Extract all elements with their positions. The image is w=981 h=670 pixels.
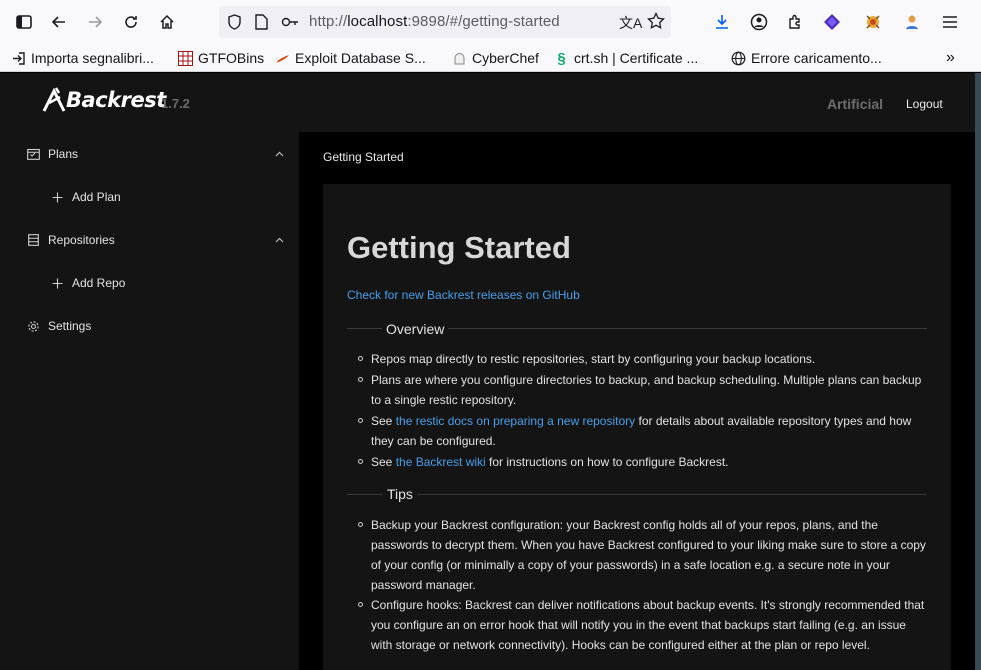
bookmark-import[interactable]: Importa segnalibri...	[11, 48, 154, 68]
sidebar-item-label: Settings	[48, 319, 92, 333]
extension-user-icon[interactable]	[900, 10, 924, 34]
sidebar-item-add-plan[interactable]: Add Plan	[0, 177, 299, 217]
sidebar-item-label: Add Plan	[72, 190, 121, 204]
github-releases-link[interactable]: Check for new Backrest releases on GitHu…	[347, 288, 580, 302]
bookmark-gtfobins[interactable]: GTFOBins	[178, 48, 264, 68]
calendar-icon	[26, 147, 40, 161]
extension-bug-icon[interactable]	[861, 10, 885, 34]
sidebar-item-label: Plans	[48, 147, 79, 161]
account-icon[interactable]	[747, 10, 771, 34]
tips-list: Backup your Backrest configuration: your…	[358, 515, 926, 655]
sidebar: Plans Add Plan Repositories Add Repo Set…	[0, 132, 299, 670]
forward-icon[interactable]	[83, 10, 107, 34]
chevron-more-icon[interactable]: »	[946, 48, 955, 68]
backrest-wiki-link[interactable]: the Backrest wiki	[396, 455, 486, 469]
sidebar-item-label: Add Repo	[72, 276, 126, 290]
url-bar[interactable]: http://localhost:9898/#/getting-started …	[219, 6, 671, 38]
bookmarks-bar: Importa segnalibri... GTFOBins Exploit D…	[0, 44, 981, 72]
download-icon[interactable]	[710, 10, 734, 34]
version-label: 1.7.2	[161, 96, 190, 111]
user-name: Artificial	[827, 96, 884, 112]
chevron-up-icon[interactable]	[275, 235, 284, 246]
exploitdb-icon	[275, 51, 290, 66]
list-item: Plans are where you configure directorie…	[357, 370, 921, 410]
translate-icon[interactable]: 文A	[619, 13, 642, 33]
tips-title: Tips	[383, 486, 417, 502]
crtsh-icon: §	[557, 49, 566, 67]
tips-divider	[347, 494, 927, 495]
list-item: See the restic docs on preparing a new r…	[357, 411, 921, 451]
backrest-logo-icon	[42, 87, 66, 112]
gear-icon	[26, 319, 40, 333]
logo-text: Backrest	[66, 88, 166, 112]
plus-icon	[50, 276, 64, 290]
window-edge	[975, 73, 981, 670]
back-icon[interactable]	[47, 10, 71, 34]
gtfobins-icon	[178, 50, 193, 66]
list-item: See the Backrest wiki for instructions o…	[357, 452, 921, 472]
globe-icon	[731, 51, 746, 66]
import-icon	[11, 51, 26, 66]
bookmark-error[interactable]: Errore caricamento...	[731, 48, 882, 68]
sidebar-item-plans[interactable]: Plans	[0, 134, 299, 174]
sidebar-toggle-icon[interactable]	[12, 10, 36, 34]
menu-icon[interactable]	[938, 10, 962, 34]
logout-button[interactable]: Logout	[906, 97, 943, 111]
chevron-up-icon[interactable]	[275, 149, 284, 160]
list-item: Backup your Backrest configuration: your…	[358, 515, 926, 595]
browser-toolbar: http://localhost:9898/#/getting-started …	[0, 0, 981, 44]
app-logo[interactable]: Backrest	[42, 83, 166, 117]
database-icon	[26, 233, 40, 247]
sidebar-item-settings[interactable]: Settings	[0, 306, 299, 346]
star-icon[interactable]	[647, 11, 665, 35]
breadcrumb: Getting Started	[323, 150, 404, 164]
key-icon[interactable]	[281, 15, 299, 34]
extension-purple-icon[interactable]	[820, 10, 844, 34]
reload-icon[interactable]	[119, 10, 143, 34]
bookmark-exploitdb[interactable]: Exploit Database S...	[275, 48, 426, 68]
restic-docs-link[interactable]: the restic docs on preparing a new repos…	[396, 414, 635, 428]
extensions-icon[interactable]	[783, 10, 807, 34]
list-item: Configure hooks: Backrest can deliver no…	[358, 595, 926, 655]
page-title: Getting Started	[347, 230, 571, 265]
sidebar-item-repositories[interactable]: Repositories	[0, 220, 299, 260]
bookmark-cyberchef[interactable]: CyberChef	[452, 48, 539, 68]
overview-list: Repos map directly to restic repositorie…	[357, 349, 921, 472]
list-item: Repos map directly to restic repositorie…	[357, 349, 921, 369]
overview-title: Overview	[382, 321, 449, 337]
cyberchef-icon	[452, 51, 467, 66]
url-text[interactable]: http://localhost:9898/#/getting-started	[309, 13, 560, 30]
shield-icon[interactable]	[227, 14, 242, 35]
page-icon[interactable]	[255, 14, 268, 35]
plus-icon	[50, 190, 64, 204]
sidebar-item-label: Repositories	[48, 233, 115, 247]
bookmark-crtsh[interactable]: § crt.sh | Certificate ...	[554, 48, 698, 68]
home-icon[interactable]	[155, 10, 179, 34]
sidebar-item-add-repo[interactable]: Add Repo	[0, 263, 299, 303]
